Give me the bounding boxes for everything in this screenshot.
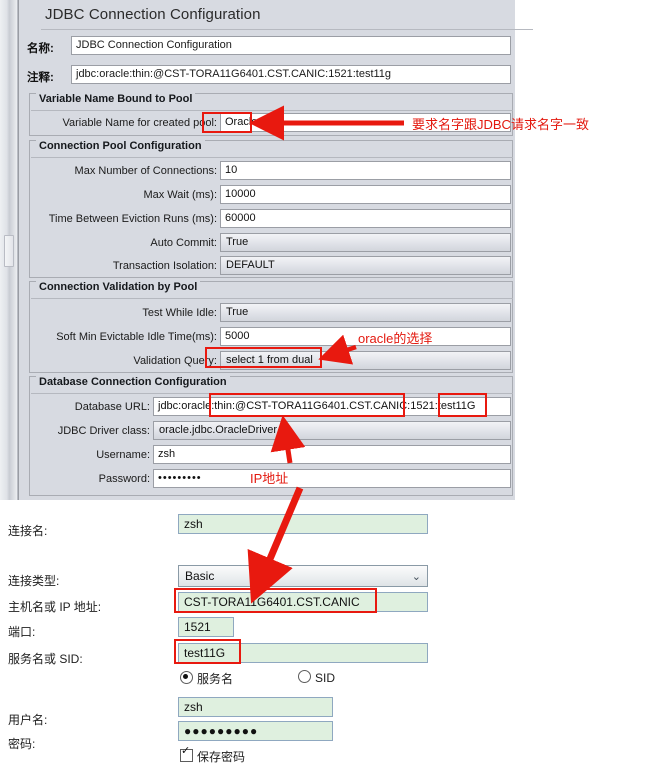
name-input[interactable]: JDBC Connection Configuration	[71, 36, 511, 55]
title-divider	[41, 29, 533, 30]
comment-input[interactable]: jdbc:oracle:thin:@CST-TORA11G6401.CST.CA…	[71, 65, 511, 84]
port-input[interactable]: 1521	[178, 617, 234, 637]
jdbc-connection-configuration-panel: JDBC Connection Configuration 名称: JDBC C…	[0, 0, 533, 500]
validation-query-label: Validation Query:	[133, 355, 217, 367]
save-password-checkbox[interactable]: 保存密码	[180, 746, 246, 765]
comment-label: 注释:	[27, 72, 54, 84]
max-wait-input[interactable]: 10000	[220, 185, 511, 204]
radio-sid-indicator	[298, 670, 311, 683]
jmeter-panel-body: JDBC Connection Configuration 名称: JDBC C…	[18, 0, 533, 500]
eviction-runs-label: Time Between Eviction Runs (ms):	[48, 213, 217, 225]
group-variable-name-title: Variable Name Bound to Pool	[36, 93, 196, 105]
group-validation-divider	[31, 298, 513, 299]
comment-row: 注释: jdbc:oracle:thin:@CST-TORA11G6401.CS…	[27, 65, 512, 87]
group-connection-pool-configuration: Connection Pool Configuration Max Number…	[29, 140, 513, 278]
row-validation-query: Validation Query: select 1 from dual	[31, 351, 513, 372]
radio-sid-label: SID	[315, 671, 336, 685]
row-test-while-idle: Test While Idle: True	[31, 303, 513, 324]
max-connections-input[interactable]: 10	[220, 161, 511, 180]
chevron-down-icon: ⌄	[411, 571, 421, 583]
max-wait-label: Max Wait (ms):	[143, 189, 217, 201]
eviction-runs-input[interactable]: 60000	[220, 209, 511, 228]
password-input[interactable]: •••••••••	[153, 469, 511, 488]
database-url-input[interactable]: jdbc:oracle:thin:@CST-TORA11G6401.CST.CA…	[153, 397, 511, 416]
checkbox-indicator	[180, 746, 193, 762]
name-label: 名称:	[27, 43, 54, 55]
row-database-url: Database URL: jdbc:oracle:thin:@CST-TORA…	[31, 397, 513, 418]
radio-service-name-indicator	[180, 671, 193, 684]
connection-name-label: 连接名:	[8, 524, 48, 538]
group-variable-name-divider	[31, 110, 513, 111]
row-max-number-of-connections: Max Number of Connections: 10	[31, 161, 513, 182]
group-connection-pool-divider	[31, 157, 513, 158]
radio-service-name[interactable]: 服务名	[180, 670, 233, 687]
row-soft-min-evictable-idle-time: Soft Min Evictable Idle Time(ms): 5000	[31, 327, 513, 348]
test-while-idle-combo[interactable]: True	[220, 303, 511, 322]
row-max-wait: Max Wait (ms): 10000	[31, 185, 513, 206]
username-label-sqldev: 用户名:	[8, 713, 48, 727]
password-label-sqldev: 密码:	[8, 737, 36, 751]
username-input[interactable]: zsh	[153, 445, 511, 464]
splitter-grip-handle[interactable]	[4, 235, 14, 267]
auto-commit-combo[interactable]: True	[220, 233, 511, 252]
connection-name-input[interactable]: zsh	[178, 514, 428, 534]
oracle-sql-developer-connection-panel: 连接名: zsh 连接类型: Basic ⌄ 主机名或 IP 地址: CST-T…	[0, 500, 667, 765]
group-validation-title: Connection Validation by Pool	[36, 281, 201, 293]
row-auto-commit: Auto Commit: True	[31, 233, 513, 254]
test-while-idle-label: Test While Idle:	[142, 307, 217, 319]
service-or-sid-input[interactable]: test11G	[178, 643, 428, 663]
radio-service-name-label: 服务名	[197, 672, 234, 686]
jdbc-driver-class-combo[interactable]: oracle.jdbc.OracleDriver	[153, 421, 511, 440]
password-input-sqldev[interactable]: ●●●●●●●●●	[178, 721, 333, 741]
password-label: Password:	[98, 473, 150, 485]
jdbc-driver-class-label: JDBC Driver class:	[57, 425, 150, 437]
connection-type-select[interactable]: Basic ⌄	[178, 565, 428, 587]
connection-type-label: 连接类型:	[8, 574, 60, 588]
row-jdbc-driver-class: JDBC Driver class: oracle.jdbc.OracleDri…	[31, 421, 513, 442]
variable-name-label: Variable Name for created pool:	[62, 117, 218, 129]
annotation-ip-note: IP地址	[250, 471, 289, 486]
name-row: 名称: JDBC Connection Configuration	[27, 36, 512, 58]
annotation-validation-query-note: oracle的选择	[358, 331, 433, 346]
group-database-divider	[31, 393, 513, 394]
validation-query-combo[interactable]: select 1 from dual	[220, 351, 511, 370]
host-input[interactable]: CST-TORA11G6401.CST.CANIC	[178, 592, 428, 612]
auto-commit-label: Auto Commit:	[150, 237, 217, 249]
port-label: 端口:	[8, 625, 36, 639]
soft-min-evictable-label: Soft Min Evictable Idle Time(ms):	[56, 331, 217, 343]
page-title: JDBC Connection Configuration	[45, 6, 261, 23]
row-username: Username: zsh	[31, 445, 513, 466]
transaction-isolation-label: Transaction Isolation:	[112, 260, 217, 272]
row-transaction-isolation: Transaction Isolation: DEFAULT	[31, 256, 513, 277]
radio-sid[interactable]: SID	[298, 670, 335, 685]
annotation-variable-name-note: 要求名字跟JDBC请求名字一致	[412, 117, 589, 132]
group-connection-validation-by-pool: Connection Validation by Pool Test While…	[29, 281, 513, 373]
host-label: 主机名或 IP 地址:	[8, 600, 102, 614]
max-connections-label: Max Number of Connections:	[74, 165, 217, 177]
username-label: Username:	[96, 449, 150, 461]
username-input-sqldev[interactable]: zsh	[178, 697, 333, 717]
group-database-title: Database Connection Configuration	[36, 376, 230, 388]
row-time-between-eviction-runs: Time Between Eviction Runs (ms): 60000	[31, 209, 513, 230]
group-connection-pool-title: Connection Pool Configuration	[36, 140, 205, 152]
connection-type-value: Basic	[185, 569, 215, 583]
database-url-label: Database URL:	[74, 401, 150, 413]
save-password-label: 保存密码	[197, 750, 246, 764]
transaction-isolation-combo[interactable]: DEFAULT	[220, 256, 511, 275]
service-or-sid-label: 服务名或 SID:	[8, 652, 83, 666]
